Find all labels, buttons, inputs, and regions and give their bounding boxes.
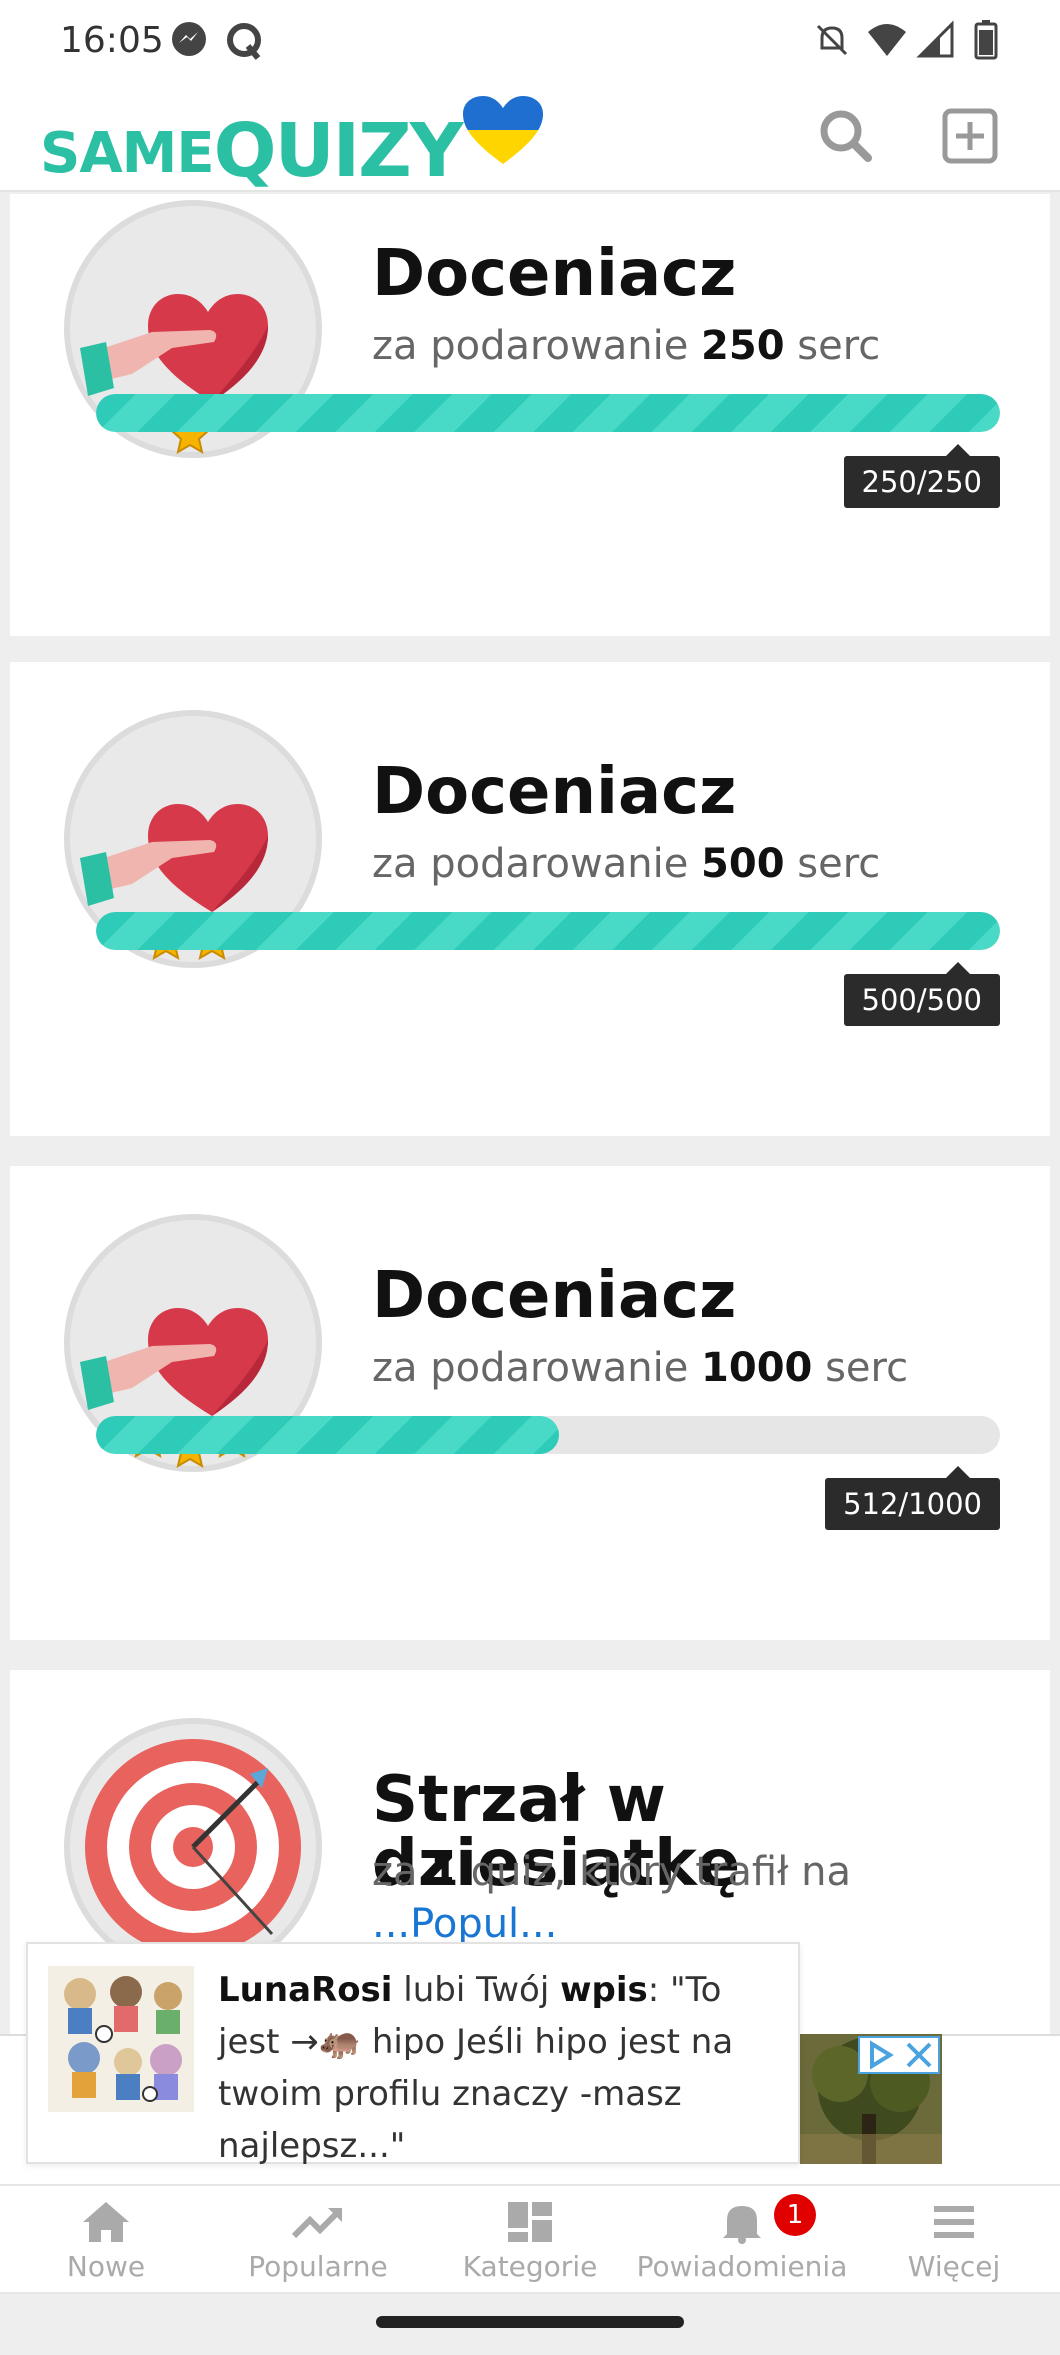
- achievement-title: Doceniacz: [372, 755, 737, 829]
- nav-item-popularne[interactable]: Popularne: [212, 2186, 424, 2292]
- nav-label: Więcej: [907, 2250, 1001, 2283]
- trending-icon: [291, 2208, 342, 2239]
- progress-label: 512/1000: [825, 1466, 1000, 1530]
- messenger-icon: [172, 22, 206, 56]
- popular-link[interactable]: ...Popul...: [372, 1901, 557, 1947]
- anime-characters-image: [48, 1966, 194, 2112]
- ukraine-heart-icon: [463, 96, 544, 164]
- battery-icon: [974, 20, 998, 60]
- add-quiz-button[interactable]: [938, 104, 1002, 168]
- status-bar: 16:05: [0, 0, 1060, 82]
- notification-popup[interactable]: LunaRosi lubi Twój wpis: "To jest →🦛 hip…: [26, 1942, 800, 2166]
- close-icon[interactable]: [900, 2038, 938, 2072]
- progress-fill: [96, 1416, 559, 1454]
- quizy-q-icon: [227, 23, 261, 60]
- notification-user[interactable]: LunaRosi: [218, 1970, 392, 2010]
- search-icon: [820, 110, 872, 162]
- progress-label: 250/250: [843, 444, 1000, 508]
- progress-fill: [96, 394, 1000, 432]
- logo-quizy-text: QUIZY: [213, 108, 464, 194]
- achievement-description: za podarowanie 500 serc: [372, 841, 881, 887]
- nav-label: Kategorie: [462, 2250, 598, 2283]
- samequizy-logo[interactable]: SAME QUIZY: [40, 88, 544, 194]
- bell-icon: [723, 2206, 761, 2244]
- status-time: 16:05: [60, 20, 164, 61]
- achievement-title: Doceniacz: [372, 1259, 737, 1333]
- nav-item-wiecej[interactable]: Więcej: [848, 2186, 1060, 2292]
- search-button[interactable]: [814, 104, 878, 168]
- ad-choices[interactable]: [858, 2036, 940, 2074]
- categories-icon: [508, 2202, 552, 2242]
- progress-bar: [96, 912, 1000, 950]
- notification-object[interactable]: wpis: [560, 1970, 648, 2010]
- notification-text: LunaRosi lubi Twój wpis: "To jest →🦛 hip…: [218, 1970, 734, 2166]
- ad-choices-icon[interactable]: [860, 2038, 900, 2072]
- progress-bar: [96, 394, 1000, 432]
- nav-item-kategorie[interactable]: Kategorie: [424, 2186, 636, 2292]
- achievement-description: za 1 quiz, który trafił na ...Popul...: [372, 1849, 852, 1947]
- notification-thumbnail: [48, 1966, 194, 2112]
- nav-label: Popularne: [248, 2250, 388, 2283]
- progress-fill: [96, 912, 1000, 950]
- home-indicator[interactable]: [376, 2316, 684, 2328]
- achievement-card: Doceniacz za podarowanie 500 serc 500/50…: [10, 662, 1050, 1136]
- achievement-title: Doceniacz: [372, 237, 737, 311]
- mute-bell-icon: [816, 24, 848, 56]
- target-badge-icon: [64, 1718, 322, 1976]
- menu-icon: [934, 2206, 974, 2238]
- progress-bar: [96, 1416, 1000, 1454]
- nav-item-nowe[interactable]: Nowe: [0, 2186, 212, 2292]
- home-icon: [83, 2202, 129, 2242]
- achievement-card: Doceniacz za podarowanie 250 serc 250/25…: [10, 194, 1050, 636]
- progress-label: 500/500: [843, 962, 1000, 1026]
- add-square-icon: [942, 108, 998, 164]
- achievement-card: Doceniacz za podarowanie 1000 serc 512/1…: [10, 1166, 1050, 1640]
- nav-item-powiadomienia[interactable]: 1 Powiadomienia: [636, 2186, 848, 2292]
- nav-label: Nowe: [66, 2250, 146, 2283]
- logo-same-text: SAME: [40, 121, 215, 186]
- achievement-description: za podarowanie 1000 serc: [372, 1345, 909, 1391]
- bottom-navigation: Nowe Popularne Kategorie 1 Powiadomienia: [0, 2184, 1060, 2294]
- wifi-icon: [868, 24, 906, 56]
- notification-count-badge: 1: [774, 2194, 816, 2236]
- achievement-description: za podarowanie 250 serc: [372, 323, 881, 369]
- signal-icon: [916, 20, 954, 58]
- nav-label: Powiadomienia: [636, 2250, 848, 2283]
- achievements-list[interactable]: Doceniacz za podarowanie 250 serc 250/25…: [0, 194, 1060, 2180]
- app-header: SAME QUIZY: [0, 82, 1060, 192]
